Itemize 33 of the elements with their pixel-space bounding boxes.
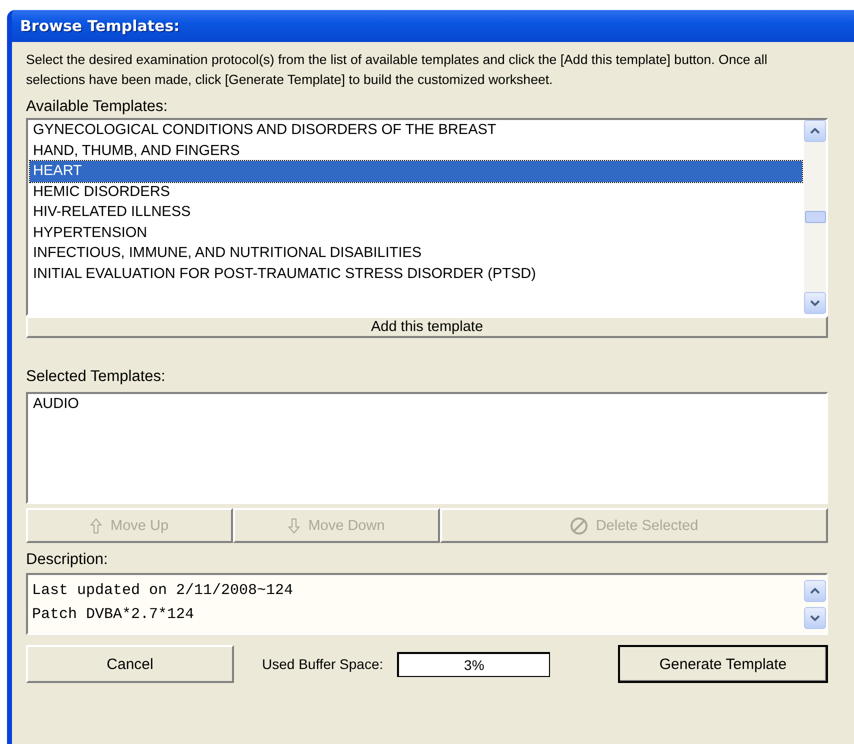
scroll-thumb[interactable] [804,211,826,223]
chevron-up-icon [810,128,820,134]
section-label: Available Templates: [26,98,169,116]
buffer-label: Used Buffer Space: [262,656,384,672]
chevron-down-icon [810,300,820,306]
description-line: Patch DVBA*2.7*124 [32,605,196,625]
list-item[interactable]: HEART [30,161,802,182]
list-item[interactable]: HYPERTENSION [30,222,802,243]
cancel-button[interactable]: Cancel [26,645,234,683]
scroll-up-button[interactable] [804,120,826,142]
scroll-down-button[interactable] [804,292,826,314]
section-label: Selected Templates: [26,368,166,386]
description-line: Last updated on 2/11/2008~124 [32,581,294,601]
window-title: Browse Templates: [20,17,180,35]
list-item[interactable]: HIV-RELATED ILLNESS [30,202,802,222]
scroll-up-button[interactable] [804,580,826,602]
buffer-value-field: 3% [397,652,550,676]
arrow-down-icon [288,518,300,534]
list-item[interactable]: INITIAL EVALUATION FOR POST-TRAUMATIC STRESS DISORDER (PTSD) [30,264,802,284]
prohibited-icon [570,516,588,534]
chevron-down-icon [810,614,820,620]
list-item[interactable]: INFECTIOUS, IMMUNE, AND NUTRITIONAL DISABILITIES [30,243,802,264]
chevron-up-icon [810,588,820,594]
list-item[interactable]: HEMIC DISORDERS [30,182,802,202]
instructions-text: Select the desired examination protocol(s) from the list of available templates and click the [Add this template] button. Once all selections have been made, click [Generate Template] to build the customized worksheet. [26,51,768,89]
generate-template-button[interactable]: Generate Template [618,645,828,683]
list-item[interactable]: GYNECOLOGICAL CONDITIONS AND DISORDERS OF THE BREAST [30,120,802,140]
scroll-down-button[interactable] [804,606,826,628]
section-label: Description: [26,551,109,569]
add-template-button[interactable]: Add this template [26,316,828,338]
list-item[interactable]: HAND, THUMB, AND FINGERS [30,140,802,161]
arrow-up-icon [90,518,102,534]
list-item[interactable]: AUDIO [30,394,824,414]
